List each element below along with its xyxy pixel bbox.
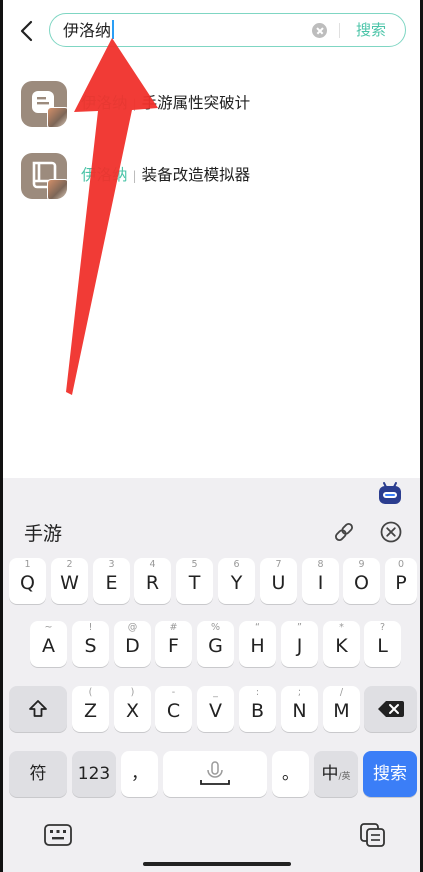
- key-u[interactable]: 7U: [260, 558, 297, 604]
- key-p[interactable]: 0P: [385, 558, 417, 604]
- close-keyboard-icon[interactable]: [379, 520, 403, 544]
- key-h[interactable]: “H: [239, 621, 276, 667]
- language-switch-key[interactable]: 中/英: [314, 751, 358, 797]
- candidate-word[interactable]: 手游: [24, 519, 62, 546]
- key-g[interactable]: % G: [197, 621, 234, 667]
- home-indicator[interactable]: [143, 862, 291, 866]
- key-m[interactable]: / M: [323, 686, 360, 732]
- link-icon[interactable]: [332, 520, 356, 544]
- key-w[interactable]: 2W: [51, 558, 88, 604]
- search-result-item[interactable]: 伊洛纳 | 手游属性突破计: [21, 81, 401, 129]
- clear-icon[interactable]: [312, 23, 327, 38]
- keyboard-mascot-icon[interactable]: [377, 480, 403, 506]
- keyboard-switch-icon[interactable]: [44, 824, 72, 846]
- search-button[interactable]: 搜索: [356, 20, 386, 40]
- key-i[interactable]: 8I: [302, 558, 339, 604]
- key-e[interactable]: 3E: [93, 558, 130, 604]
- key-n[interactable]: ; N: [281, 686, 318, 732]
- game-thumbnail: [47, 179, 67, 199]
- soft-keyboard: 手游 1Q 2W 3E 4R 5T 6Y 7U 8I 9O 0P ~ A ! S @…: [3, 478, 420, 872]
- key-r[interactable]: 4R: [134, 558, 171, 604]
- clipboard-icon[interactable]: [359, 822, 387, 848]
- period-key[interactable]: 。: [272, 751, 309, 797]
- key-j[interactable]: ” J: [281, 621, 318, 667]
- shift-arrow-icon: [29, 700, 47, 717]
- key-v[interactable]: _ V: [197, 686, 234, 732]
- app-icon: [21, 153, 67, 199]
- key-k[interactable]: * K: [323, 621, 360, 667]
- key-d[interactable]: @ D: [114, 621, 151, 667]
- game-thumbnail: [47, 107, 67, 127]
- key-x[interactable]: ) X: [114, 686, 151, 732]
- key-f[interactable]: # F: [155, 621, 192, 667]
- shift-key[interactable]: [9, 686, 67, 732]
- back-arrow-icon[interactable]: [16, 19, 38, 43]
- space-key[interactable]: [163, 751, 267, 797]
- symbol-key[interactable]: 符: [9, 751, 67, 797]
- app-icon: [21, 81, 67, 127]
- key-o[interactable]: 9O: [343, 558, 380, 604]
- key-b[interactable]: :B: [239, 686, 276, 732]
- divider: [339, 23, 340, 38]
- comma-key[interactable]: ，: [121, 751, 158, 797]
- search-enter-key[interactable]: 搜索: [363, 751, 417, 797]
- text-cursor: [112, 20, 115, 39]
- result-title: 伊洛纳 | 手游属性突破计: [81, 94, 251, 112]
- backspace-key[interactable]: [364, 686, 417, 732]
- microphone-icon: [200, 761, 230, 785]
- search-result-item[interactable]: 伊洛纳 | 装备改造模拟器: [21, 153, 401, 201]
- key-l[interactable]: ? L: [364, 621, 401, 667]
- key-t[interactable]: 5T: [176, 558, 213, 604]
- key-c[interactable]: -C: [155, 686, 192, 732]
- key-y[interactable]: 6Y: [218, 558, 255, 604]
- search-input[interactable]: 伊洛纳: [63, 20, 115, 41]
- search-bar: 伊洛纳 搜索: [49, 13, 406, 47]
- backspace-icon: [378, 701, 404, 717]
- result-title: 伊洛纳 | 装备改造模拟器: [81, 166, 251, 184]
- key-s[interactable]: ! S: [72, 621, 109, 667]
- key-z[interactable]: (Z: [72, 686, 109, 732]
- number-key[interactable]: 123: [72, 751, 116, 797]
- key-q[interactable]: 1Q: [9, 558, 46, 604]
- key-a[interactable]: ~ A: [30, 621, 67, 667]
